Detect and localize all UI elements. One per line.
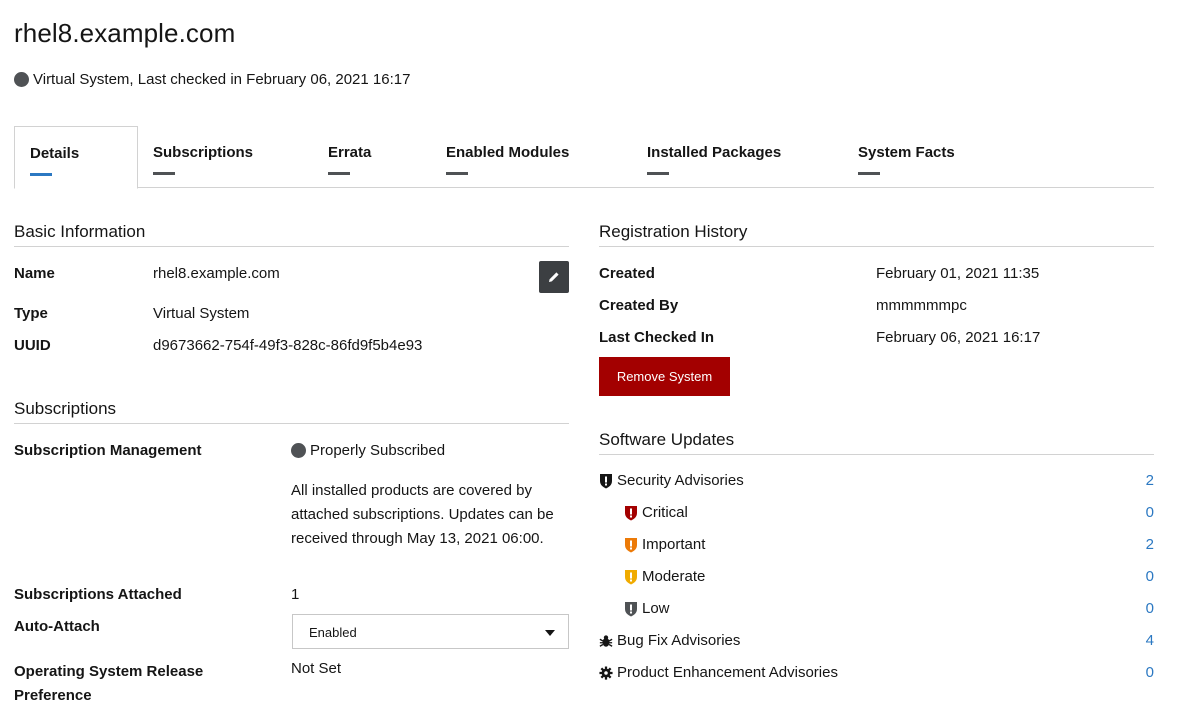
bug-fix-advisories-count[interactable]: 4	[1130, 632, 1154, 649]
security-advisories-label: Security Advisories	[617, 472, 744, 489]
low-shield-icon	[625, 601, 637, 616]
tab-label: Errata	[328, 144, 372, 161]
moderate-label: Moderate	[642, 568, 706, 585]
critical-label: Critical	[642, 504, 688, 521]
remove-system-button[interactable]: Remove System	[599, 357, 730, 396]
subscriptions-heading: Subscriptions	[14, 399, 569, 424]
moderate-shield-icon	[625, 569, 637, 584]
critical-shield-icon	[625, 505, 637, 520]
moderate-row: Moderate	[624, 568, 705, 585]
last-checked-label: Last Checked In	[599, 329, 715, 346]
created-by-label: Created By	[599, 297, 679, 314]
subscription-management-label: Subscription Management	[14, 442, 202, 459]
tab-label: Installed Packages	[647, 144, 782, 161]
page-title: rhel8.example.com	[14, 18, 236, 48]
critical-count[interactable]: 0	[1130, 504, 1154, 521]
tab-label: System Facts	[858, 144, 955, 161]
important-label: Important	[642, 536, 706, 553]
tab-installed-packages[interactable]: Installed Packages	[647, 126, 781, 188]
low-count[interactable]: 0	[1130, 600, 1154, 617]
subscription-description: All installed products are covered by at…	[291, 482, 554, 547]
created-by-value: mmmmmmpc	[876, 297, 967, 314]
pencil-icon	[549, 272, 559, 282]
moderate-count[interactable]: 0	[1130, 568, 1154, 585]
uuid-label: UUID	[14, 337, 51, 354]
system-status-text: Virtual System, Last checked in February…	[33, 71, 411, 88]
tab-indicator	[153, 172, 175, 175]
caret-down-icon	[545, 630, 555, 636]
name-value: rhel8.example.com	[153, 265, 280, 282]
registration-history-heading: Registration History	[599, 222, 1154, 247]
tab-indicator	[328, 172, 350, 175]
critical-row: Critical	[624, 504, 688, 521]
name-label: Name	[14, 265, 55, 282]
tab-active-indicator	[30, 173, 52, 176]
auto-attach-label: Auto-Attach	[14, 618, 100, 635]
tab-indicator	[647, 172, 669, 175]
software-updates-heading: Software Updates	[599, 430, 1154, 455]
enhancement-advisories-count[interactable]: 0	[1130, 664, 1154, 681]
auto-attach-select[interactable]: Enabled	[292, 614, 569, 649]
auto-attach-selected-value: Enabled	[309, 625, 357, 640]
important-shield-icon	[625, 537, 637, 552]
subscriptions-attached-label: Subscriptions Attached	[14, 586, 182, 603]
bug-fix-advisories-label: Bug Fix Advisories	[617, 632, 741, 649]
status-dot-icon	[291, 443, 306, 458]
subscription-status: Properly Subscribed	[291, 442, 445, 459]
tab-system-facts[interactable]: System Facts	[858, 126, 955, 188]
important-count[interactable]: 2	[1130, 536, 1154, 553]
tab-indicator	[858, 172, 880, 175]
tab-bar: Details Subscriptions Errata Enabled Mod…	[14, 126, 1154, 189]
enhancement-advisories-row: Product Enhancement Advisories	[599, 664, 838, 681]
tab-enabled-modules[interactable]: Enabled Modules	[446, 126, 569, 188]
gear-icon	[599, 665, 613, 680]
created-value: February 01, 2021 11:35	[876, 265, 1040, 282]
tab-label: Details	[30, 145, 80, 162]
enhancement-advisories-label: Product Enhancement Advisories	[617, 664, 838, 681]
os-release-label: Operating System Release Preference	[14, 660, 203, 708]
status-dot-icon	[14, 72, 29, 87]
important-row: Important	[624, 536, 705, 553]
tab-subscriptions[interactable]: Subscriptions	[153, 126, 253, 188]
type-label: Type	[14, 305, 48, 322]
created-label: Created	[599, 265, 655, 282]
tab-indicator	[446, 172, 468, 175]
security-advisories-count[interactable]: 2	[1130, 472, 1154, 489]
edit-name-button[interactable]	[539, 261, 569, 293]
low-row: Low	[624, 600, 670, 617]
uuid-value: d9673662-754f-49f3-828c-86fd9f5b4e93	[153, 337, 423, 354]
os-release-value: Not Set	[291, 660, 342, 677]
low-label: Low	[642, 600, 670, 617]
security-advisories-row: Security Advisories	[599, 472, 744, 489]
os-release-label-line: Operating System Release	[14, 663, 204, 680]
bug-icon	[599, 634, 613, 647]
security-shield-icon	[600, 473, 612, 488]
type-value: Virtual System	[153, 305, 250, 322]
tab-label: Subscriptions	[153, 144, 254, 161]
os-release-label-line: Preference	[14, 687, 92, 704]
basic-information-heading: Basic Information	[14, 222, 569, 247]
tab-errata[interactable]: Errata	[328, 126, 371, 188]
subscriptions-attached-value: 1	[291, 586, 300, 603]
tab-label: Enabled Modules	[446, 144, 570, 161]
last-checked-value: February 06, 2021 16:17	[876, 329, 1041, 346]
system-status: Virtual System, Last checked in February…	[14, 71, 410, 88]
bug-fix-advisories-row: Bug Fix Advisories	[599, 632, 740, 649]
tab-details[interactable]: Details	[14, 126, 138, 189]
subscription-status-text: Properly Subscribed	[310, 442, 446, 459]
